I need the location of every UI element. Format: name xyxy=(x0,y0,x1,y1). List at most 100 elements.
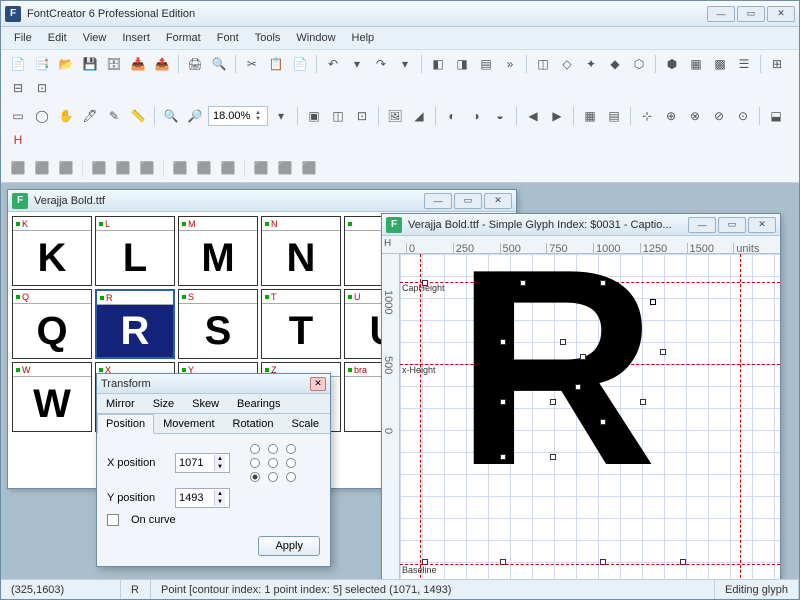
pathop1-icon[interactable]: ◐ xyxy=(441,105,463,127)
handle[interactable] xyxy=(550,399,556,405)
toolbar-c-icon[interactable]: ▤ xyxy=(475,53,497,75)
handle[interactable] xyxy=(600,559,606,565)
tool5-icon[interactable]: ⬡ xyxy=(628,53,650,75)
trace-icon[interactable]: ◢ xyxy=(408,105,430,127)
guide-rsb[interactable] xyxy=(740,254,741,579)
save-icon[interactable]: 💾 xyxy=(79,53,101,75)
tool12-icon[interactable]: ⊡ xyxy=(31,77,53,99)
glyph-cell[interactable]: RR xyxy=(95,289,175,359)
transform-dialog[interactable]: Transform ✕ Mirror Size Skew Bearings Po… xyxy=(96,373,331,567)
y-up-icon[interactable]: ▲ xyxy=(215,490,225,498)
tab-size[interactable]: Size xyxy=(144,394,183,413)
y-down-icon[interactable]: ▼ xyxy=(215,498,225,506)
glyph-grid-titlebar[interactable]: F Verajja Bold.ttf — ▭ ✕ xyxy=(8,190,516,212)
guides-icon[interactable]: ▤ xyxy=(603,105,625,127)
child-close-button[interactable]: ✕ xyxy=(484,193,512,209)
x-position-input[interactable] xyxy=(176,457,214,469)
menu-tools[interactable]: Tools xyxy=(248,30,288,46)
x-up-icon[interactable]: ▲ xyxy=(215,455,225,463)
new2-icon[interactable]: 📑 xyxy=(31,53,53,75)
uninstall-icon[interactable]: 📤 xyxy=(151,53,173,75)
tool3-icon[interactable]: ✦ xyxy=(580,53,602,75)
copy-icon[interactable]: 📋 xyxy=(265,53,287,75)
tool6-icon[interactable]: ⬢ xyxy=(661,53,683,75)
maximize-button[interactable]: ▭ xyxy=(737,6,765,22)
arrow-right-icon[interactable]: ▶ xyxy=(546,105,568,127)
transform-titlebar[interactable]: Transform ✕ xyxy=(97,374,330,394)
guide-baseline[interactable]: Baseline xyxy=(400,564,780,575)
glyph-cell[interactable]: LL xyxy=(95,216,175,286)
ruler-vertical[interactable]: 1000 500 0 xyxy=(382,254,400,579)
minimize-button[interactable]: — xyxy=(707,6,735,22)
snap5-icon[interactable]: ⊙ xyxy=(732,105,754,127)
arrow-left-icon[interactable]: ◀ xyxy=(522,105,544,127)
open-icon[interactable]: 📂 xyxy=(55,53,77,75)
close-button[interactable]: ✕ xyxy=(767,6,795,22)
tab-skew[interactable]: Skew xyxy=(183,394,228,413)
tool2-icon[interactable]: ◇ xyxy=(556,53,578,75)
handle[interactable] xyxy=(500,399,506,405)
fit3-icon[interactable]: ⊡ xyxy=(351,105,373,127)
tab-scale[interactable]: Scale xyxy=(282,414,328,433)
handle[interactable] xyxy=(600,419,606,425)
extra2-icon[interactable]: H xyxy=(7,129,29,151)
menu-help[interactable]: Help xyxy=(345,30,382,46)
menu-window[interactable]: Window xyxy=(289,30,342,46)
tab-rotation[interactable]: Rotation xyxy=(224,414,283,433)
hand-icon[interactable]: ✋ xyxy=(55,105,77,127)
menu-view[interactable]: View xyxy=(76,30,114,46)
tool9-icon[interactable]: ☰ xyxy=(733,53,755,75)
handle[interactable] xyxy=(422,280,428,286)
grid-icon[interactable]: ▦ xyxy=(579,105,601,127)
snap1-icon[interactable]: ⊹ xyxy=(636,105,658,127)
tool1-icon[interactable]: ◫ xyxy=(532,53,554,75)
tool4-icon[interactable]: ◆ xyxy=(604,53,626,75)
tool8-icon[interactable]: ▩ xyxy=(709,53,731,75)
editor-min-button[interactable]: — xyxy=(688,217,716,233)
print-icon[interactable]: 🖨 xyxy=(184,53,206,75)
measure-icon[interactable]: 📏 xyxy=(127,105,149,127)
zoom-drop-icon[interactable]: ▾ xyxy=(270,105,292,127)
toolbar-b-icon[interactable]: ◨ xyxy=(451,53,473,75)
glyph-cell[interactable]: WW xyxy=(12,362,92,432)
cut-icon[interactable]: ✂ xyxy=(241,53,263,75)
knife-icon[interactable]: ✎ xyxy=(103,105,125,127)
menu-edit[interactable]: Edit xyxy=(41,30,74,46)
handle[interactable] xyxy=(575,384,581,390)
undo-icon[interactable]: ↶ xyxy=(322,53,344,75)
snap2-icon[interactable]: ⊕ xyxy=(660,105,682,127)
tool10-icon[interactable]: ⊞ xyxy=(766,53,788,75)
pathop3-icon[interactable]: ◒ xyxy=(489,105,511,127)
tool11-icon[interactable]: ⊟ xyxy=(7,77,29,99)
x-position-spinner[interactable]: ▲▼ xyxy=(175,453,230,473)
glyph-cell[interactable]: KK xyxy=(12,216,92,286)
handle[interactable] xyxy=(560,339,566,345)
glyph-cell[interactable]: SS xyxy=(178,289,258,359)
menu-file[interactable]: File xyxy=(7,30,39,46)
install-icon[interactable]: 📥 xyxy=(127,53,149,75)
menu-format[interactable]: Format xyxy=(159,30,208,46)
handle[interactable] xyxy=(422,559,428,565)
glyph-canvas[interactable]: CapHeight x-Height Baseline R xyxy=(400,254,780,579)
zoomin-icon[interactable]: 🔍 xyxy=(160,105,182,127)
glyph-editor-window[interactable]: F Verajja Bold.ttf - Simple Glyph Index:… xyxy=(381,213,781,579)
glyph-cell[interactable]: NN xyxy=(261,216,341,286)
handle-selected[interactable] xyxy=(650,299,656,305)
handle[interactable] xyxy=(680,559,686,565)
editor-max-button[interactable]: ▭ xyxy=(718,217,746,233)
redo-drop-icon[interactable]: ▾ xyxy=(394,53,416,75)
toolbar-more-icon[interactable]: » xyxy=(499,53,521,75)
paste-icon[interactable]: 📄 xyxy=(289,53,311,75)
tab-bearings[interactable]: Bearings xyxy=(228,394,289,413)
oncurve-checkbox[interactable] xyxy=(107,514,119,526)
redo-icon[interactable]: ↷ xyxy=(370,53,392,75)
zoomout-icon[interactable]: 🔎 xyxy=(184,105,206,127)
select-lasso-icon[interactable]: ◯ xyxy=(31,105,53,127)
img-icon[interactable]: 🖼 xyxy=(384,105,406,127)
menu-font[interactable]: Font xyxy=(210,30,246,46)
toolbar-a-icon[interactable]: ◧ xyxy=(427,53,449,75)
select-rect-icon[interactable]: ▭ xyxy=(7,105,29,127)
handle[interactable] xyxy=(660,349,666,355)
pen-icon[interactable]: 🖊 xyxy=(79,105,101,127)
handle[interactable] xyxy=(500,454,506,460)
